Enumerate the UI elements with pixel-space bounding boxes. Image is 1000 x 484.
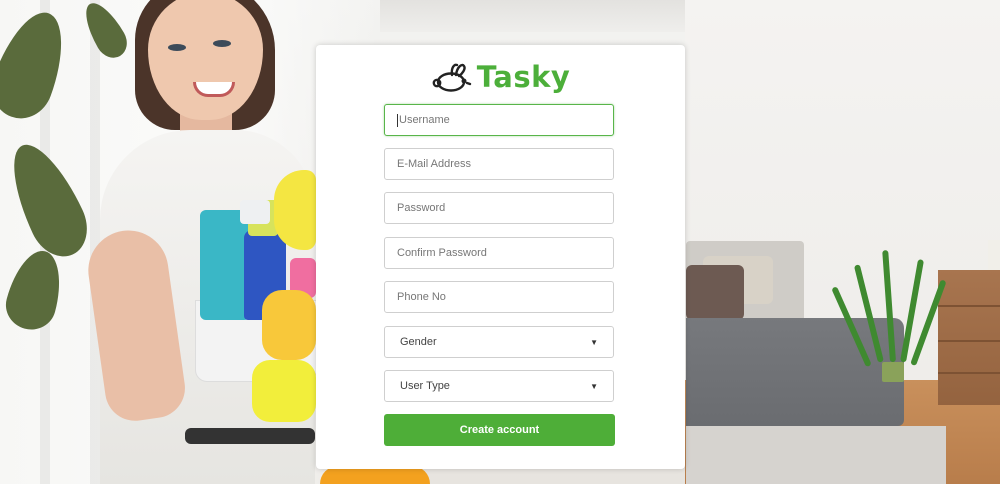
brand-logo[interactable]: Tasky <box>316 59 685 95</box>
create-account-button[interactable]: Create account <box>384 414 615 446</box>
password-input[interactable]: Password <box>384 192 614 224</box>
gender-select[interactable]: Gender ▼ <box>384 326 614 358</box>
user-type-select-value: User Type <box>400 380 450 392</box>
gender-select-value: Gender <box>400 336 437 348</box>
bunny-logo-icon <box>432 63 471 92</box>
pillow <box>686 265 744 320</box>
confirm-password-placeholder: Confirm Password <box>397 247 487 259</box>
dropdown-arrow-icon: ▼ <box>590 337 598 347</box>
dropdown-arrow-icon: ▼ <box>590 381 598 391</box>
email-placeholder: E-Mail Address <box>397 158 471 170</box>
email-input[interactable]: E-Mail Address <box>384 148 614 180</box>
username-input[interactable]: Username <box>384 104 614 136</box>
bed-base <box>686 426 946 484</box>
yellow-glove <box>252 360 316 422</box>
brand-name: Tasky <box>476 60 571 94</box>
text-caret <box>397 113 398 127</box>
password-placeholder: Password <box>397 202 446 214</box>
blue-sponge <box>200 210 250 320</box>
phone-input[interactable]: Phone No <box>384 281 614 313</box>
user-type-select[interactable]: User Type ▼ <box>384 370 614 402</box>
dresser <box>938 270 1000 405</box>
confirm-password-input[interactable]: Confirm Password <box>384 237 614 269</box>
vase <box>988 240 1000 270</box>
signup-card: Tasky Username E-Mail Address Password C… <box>316 45 685 469</box>
phone-placeholder: Phone No <box>397 291 446 303</box>
plant-pot <box>882 362 904 382</box>
username-placeholder: Username <box>399 114 450 126</box>
